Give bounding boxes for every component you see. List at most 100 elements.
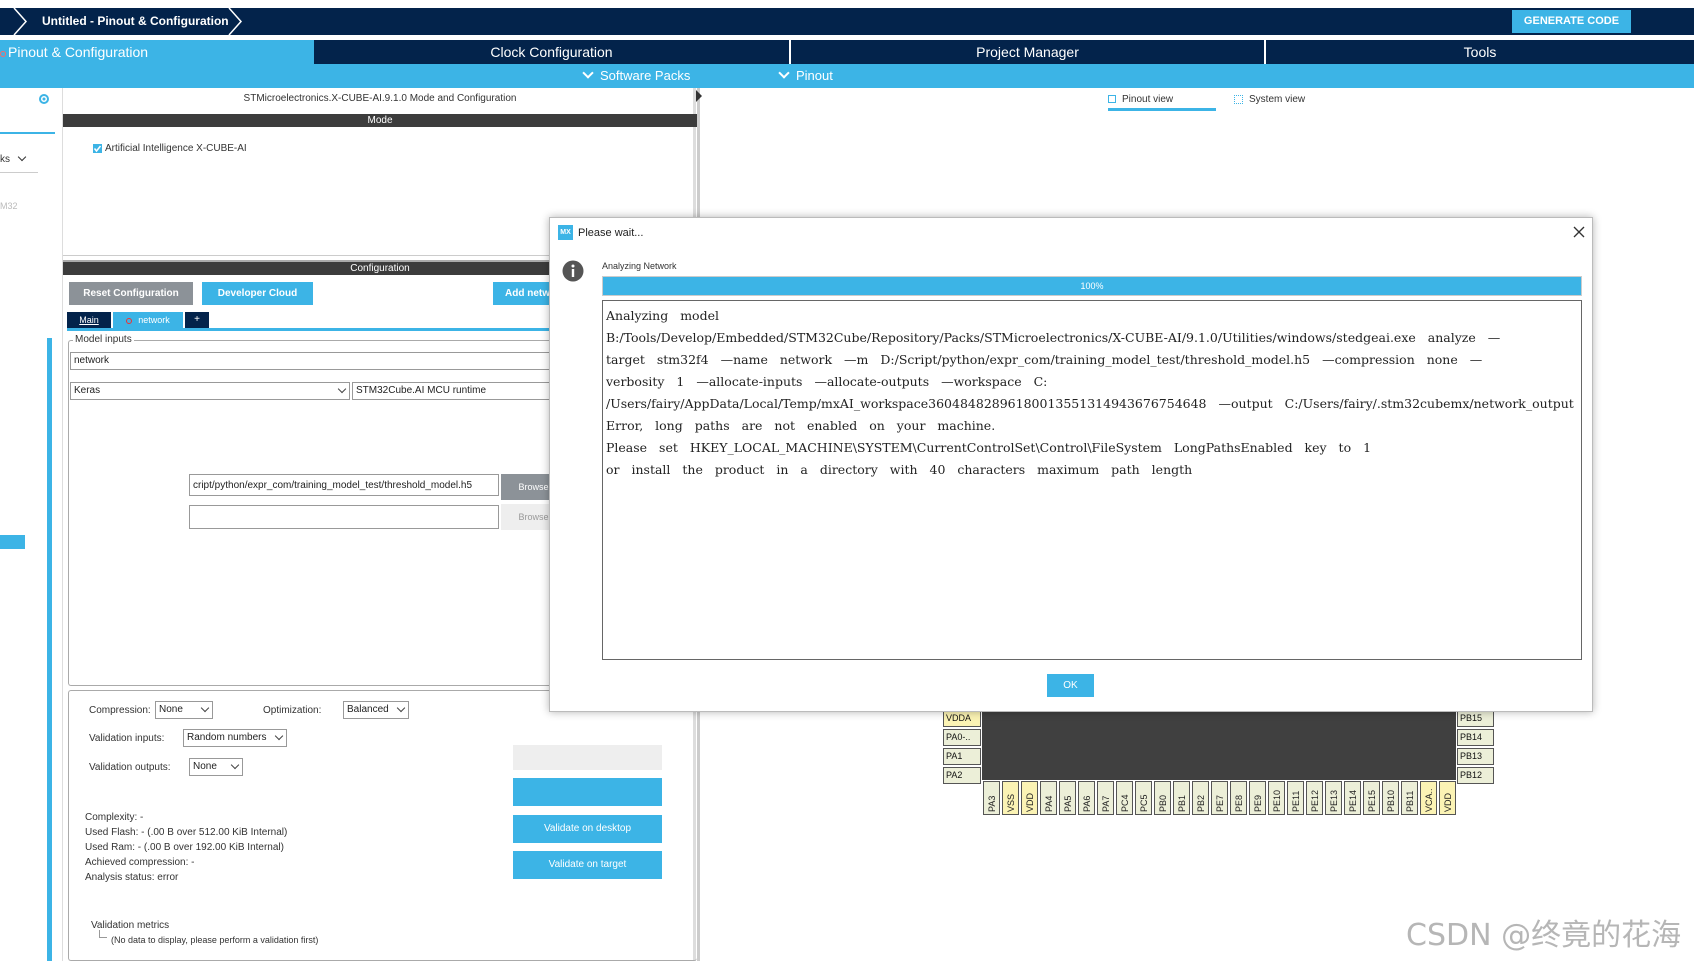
chip-pin-label: PA4 xyxy=(1044,795,1054,812)
panel-title: STMicroelectronics.X-CUBE-AI.9.1.0 Mode … xyxy=(243,93,517,104)
chevron-down-icon xyxy=(582,67,594,79)
chip-pin[interactable]: PE10 xyxy=(1268,781,1285,815)
pinout-view-tab[interactable]: Pinout view xyxy=(1108,94,1173,105)
tab-label: Pinout & Configuration xyxy=(8,44,149,60)
software-packs-menu[interactable]: Software Packs xyxy=(582,64,690,88)
close-icon[interactable] xyxy=(1573,226,1585,238)
ai-mode-checkbox[interactable]: Artificial Intelligence X-CUBE-AI xyxy=(93,143,247,154)
chip-pin[interactable]: PB12 xyxy=(1457,767,1494,784)
chip-pin-label: PE7 xyxy=(1215,794,1225,812)
log-line: Please set HKEY_LOCAL_MACHINE\SYSTEM\Cur… xyxy=(606,440,1372,455)
chip-pin[interactable]: PB13 xyxy=(1457,748,1494,765)
system-view-tab[interactable]: System view xyxy=(1234,94,1305,105)
status-dot-icon xyxy=(0,51,6,57)
chip-pin[interactable]: PC4 xyxy=(1116,781,1133,815)
chip-pin[interactable]: VDD xyxy=(1439,781,1456,815)
chip-pin[interactable]: PA3 xyxy=(983,781,1000,815)
chip-pin[interactable]: PB2 xyxy=(1192,781,1209,815)
chevron-down-icon xyxy=(17,152,27,162)
chip-pin[interactable]: PE11 xyxy=(1287,781,1304,815)
analyze-button[interactable] xyxy=(513,745,662,770)
chip-pin-label: VCA.. xyxy=(1424,788,1434,812)
tab-clock-configuration[interactable]: Clock Configuration xyxy=(314,40,789,64)
chip-pin-label: PB11 xyxy=(1405,790,1415,812)
chip-pin-label: PA5 xyxy=(1063,795,1073,812)
chip-pin[interactable]: PB15 xyxy=(1457,710,1494,727)
log-textarea[interactable]: Analyzing model B:/Tools/Develop/Embedded… xyxy=(602,300,1582,660)
log-line: target stm32f4 —name network —m D:/Scrip… xyxy=(606,352,1483,367)
chevron-down-icon xyxy=(200,703,210,713)
ok-button[interactable]: OK xyxy=(1047,674,1094,697)
validation-inputs-value: Random numbers xyxy=(187,732,267,743)
main-tab-bar: Pinout & Configuration Clock Configurati… xyxy=(0,40,1694,64)
chip-pin[interactable]: PC5 xyxy=(1135,781,1152,815)
chip-pin[interactable]: PA2 xyxy=(943,767,981,784)
model-inputs-label: Model inputs xyxy=(73,334,134,345)
chip-pin[interactable]: VDDA xyxy=(943,710,981,727)
framework-value: Keras xyxy=(74,385,101,396)
error-dot-icon xyxy=(126,317,133,324)
gear-icon[interactable] xyxy=(37,92,51,106)
add-tab-button[interactable]: + xyxy=(185,312,209,328)
sidebar-item-packs[interactable]: ks xyxy=(0,152,27,165)
chip-pin-label: PC5 xyxy=(1139,794,1149,812)
sidebar-divider xyxy=(0,132,55,134)
chevron-down-icon xyxy=(396,703,406,713)
chip-pin[interactable]: PB0 xyxy=(1154,781,1171,815)
chip-pin[interactable]: PA0-.. xyxy=(943,729,981,746)
checkbox-checked-icon xyxy=(93,143,102,153)
validation-outputs-select[interactable]: None xyxy=(189,758,243,776)
compression-label: Compression: xyxy=(89,705,151,716)
left-sidebar: ks M32 xyxy=(0,88,57,961)
pinout-menu[interactable]: Pinout xyxy=(778,64,833,88)
chip-pin[interactable]: PE14 xyxy=(1344,781,1361,815)
runtime-select[interactable]: STM32Cube.AI MCU runtime xyxy=(352,382,572,400)
chip-pin[interactable]: PA4 xyxy=(1040,781,1057,815)
tab-tools[interactable]: Tools xyxy=(1266,40,1694,64)
chip-pin[interactable]: PE7 xyxy=(1211,781,1228,815)
validation-inputs-label: Validation inputs: xyxy=(89,733,165,744)
validate-target-button[interactable]: Validate on target xyxy=(513,851,662,879)
model-path-input[interactable]: cript/python/expr_com/training_model_tes… xyxy=(189,474,499,496)
chip-pin[interactable]: PA6 xyxy=(1078,781,1095,815)
sidebar-item-label: ks xyxy=(0,154,10,165)
chip-icon xyxy=(1108,95,1116,104)
sidebar-selected-item[interactable] xyxy=(0,535,25,549)
collapse-arrow-icon[interactable] xyxy=(696,90,702,102)
chip-pin[interactable]: PB14 xyxy=(1457,729,1494,746)
chip-pin[interactable]: PB11 xyxy=(1401,781,1418,815)
breadcrumb-title[interactable]: Untitled - Pinout & Configuration xyxy=(42,8,229,35)
tab-pinout-configuration[interactable]: Pinout & Configuration xyxy=(0,40,314,64)
reset-configuration-button[interactable]: Reset Configuration xyxy=(69,282,193,305)
framework-select[interactable]: Keras xyxy=(70,382,350,400)
optimization-select[interactable]: Balanced xyxy=(343,701,409,719)
show-graph-button[interactable] xyxy=(513,778,662,806)
chip-pin[interactable]: PE15 xyxy=(1363,781,1380,815)
tab-project-manager[interactable]: Project Manager xyxy=(791,40,1264,64)
chip-pin[interactable]: PE12 xyxy=(1306,781,1323,815)
chip-pin[interactable]: VCA.. xyxy=(1420,781,1437,815)
model-path2-input[interactable] xyxy=(189,505,499,529)
chip-pin[interactable]: PB1 xyxy=(1173,781,1190,815)
validation-inputs-select[interactable]: Random numbers xyxy=(183,729,287,747)
chip-pin[interactable]: VDD xyxy=(1021,781,1038,815)
network-name-input[interactable]: network xyxy=(70,352,570,370)
system-view-label: System view xyxy=(1249,94,1306,105)
chip-pin-label: PA7 xyxy=(1101,795,1111,812)
chip-pin[interactable]: PB10 xyxy=(1382,781,1399,815)
developer-cloud-button[interactable]: Developer Cloud xyxy=(202,282,313,305)
tab-network[interactable]: network xyxy=(113,312,183,328)
compression-select[interactable]: None xyxy=(155,701,213,719)
chip-pin[interactable]: PA1 xyxy=(943,748,981,765)
chip-pin[interactable]: PE9 xyxy=(1249,781,1266,815)
chip-pin[interactable]: PA5 xyxy=(1059,781,1076,815)
chip-pin[interactable]: PA7 xyxy=(1097,781,1114,815)
sidebar-stm-label: M32 xyxy=(0,201,18,211)
chip-pin[interactable]: VSS xyxy=(1002,781,1019,815)
generate-code-button[interactable]: GENERATE CODE xyxy=(1512,10,1631,33)
tab-main[interactable]: Main xyxy=(67,312,111,328)
sidebar-scrollbar[interactable] xyxy=(47,338,52,961)
chip-pin[interactable]: PE13 xyxy=(1325,781,1342,815)
validate-desktop-button[interactable]: Validate on desktop xyxy=(513,815,662,843)
chip-pin[interactable]: PE8 xyxy=(1230,781,1247,815)
